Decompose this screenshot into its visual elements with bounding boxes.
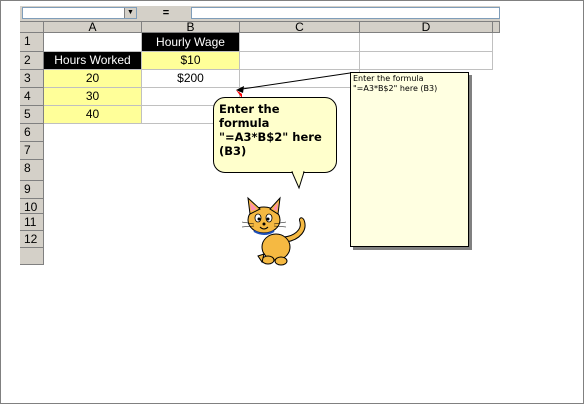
cat-mascot-icon bbox=[241, 196, 306, 266]
cell-comment[interactable]: Enter the formula "=A3*B$2" here (B3) bbox=[350, 72, 469, 247]
cropped-edge bbox=[20, 275, 500, 283]
comment-text: Enter the formula "=A3*B$2" here (B3) bbox=[353, 74, 438, 93]
spreadsheet-window: ▼ = A B C D 1 2 3 4 5 6 7 8 9 10 11 12 H… bbox=[20, 6, 500, 283]
